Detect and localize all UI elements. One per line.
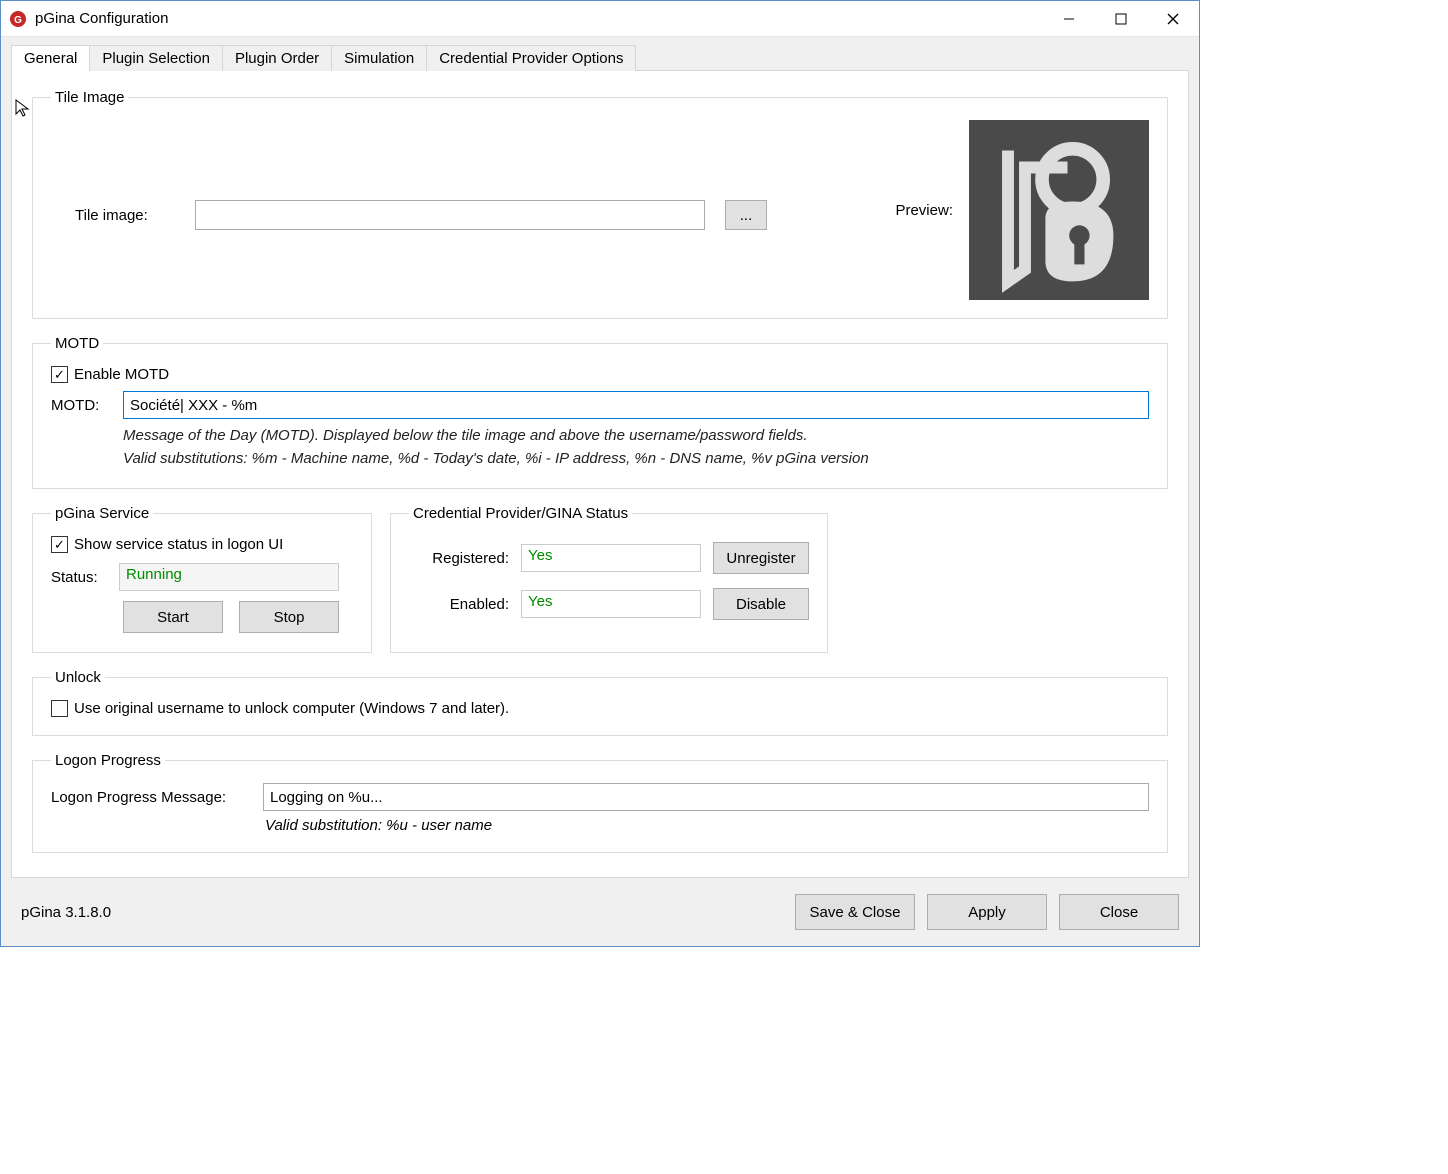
version-label: pGina 3.1.8.0 xyxy=(21,904,783,921)
registered-value: Yes xyxy=(521,544,701,572)
close-window-button[interactable] xyxy=(1147,4,1199,34)
unlock-label: Use original username to unlock computer… xyxy=(74,700,509,717)
tile-image-label: Tile image: xyxy=(75,207,175,224)
motd-group: MOTD ✓ Enable MOTD MOTD: Message of the … xyxy=(32,335,1168,489)
enabled-label: Enabled: xyxy=(409,596,509,613)
motd-input[interactable] xyxy=(123,391,1149,419)
tile-image-group: Tile Image Tile image: ... Preview: xyxy=(32,89,1168,319)
status-value: Running xyxy=(119,563,339,591)
motd-label: MOTD: xyxy=(51,397,109,414)
browse-button[interactable]: ... xyxy=(725,200,767,230)
service-legend: pGina Service xyxy=(51,505,153,522)
svg-text:G: G xyxy=(14,15,22,26)
footer: pGina 3.1.8.0 Save & Close Apply Close xyxy=(1,878,1199,946)
motd-legend: MOTD xyxy=(51,335,103,352)
status-label: Status: xyxy=(51,569,109,586)
unlock-checkbox[interactable] xyxy=(51,700,68,717)
show-status-label: Show service status in logon UI xyxy=(74,536,283,553)
credential-legend: Credential Provider/GINA Status xyxy=(409,505,632,522)
app-window: G pGina Configuration General Plugin Sel… xyxy=(0,0,1200,947)
tile-image-input[interactable] xyxy=(195,200,705,230)
stop-button[interactable]: Stop xyxy=(239,601,339,633)
disable-button[interactable]: Disable xyxy=(713,588,809,620)
registered-label: Registered: xyxy=(409,550,509,567)
tab-simulation[interactable]: Simulation xyxy=(331,45,427,71)
logon-progress-legend: Logon Progress xyxy=(51,752,165,769)
window-title: pGina Configuration xyxy=(35,10,1043,27)
enable-motd-checkbox[interactable]: ✓ xyxy=(51,366,68,383)
enabled-value: Yes xyxy=(521,590,701,618)
preview-label: Preview: xyxy=(895,202,953,219)
credential-status-group: Credential Provider/GINA Status Register… xyxy=(390,505,828,653)
unlock-group: Unlock Use original username to unlock c… xyxy=(32,669,1168,736)
unregister-button[interactable]: Unregister xyxy=(713,542,809,574)
logon-progress-label: Logon Progress Message: xyxy=(51,789,251,806)
minimize-button[interactable] xyxy=(1043,4,1095,34)
enable-motd-label: Enable MOTD xyxy=(74,366,169,383)
tab-credential-provider-options[interactable]: Credential Provider Options xyxy=(426,45,636,71)
tab-plugin-order[interactable]: Plugin Order xyxy=(222,45,332,71)
logon-progress-input[interactable] xyxy=(263,783,1149,811)
motd-hint: Message of the Day (MOTD). Displayed bel… xyxy=(123,425,1149,470)
logon-progress-group: Logon Progress Logon Progress Message: V… xyxy=(32,752,1168,853)
start-button[interactable]: Start xyxy=(123,601,223,633)
save-close-button[interactable]: Save & Close xyxy=(795,894,915,930)
preview-image xyxy=(969,120,1149,300)
unlock-legend: Unlock xyxy=(51,669,105,686)
tile-image-legend: Tile Image xyxy=(51,89,128,106)
logon-progress-hint: Valid substitution: %u - user name xyxy=(265,817,1149,834)
tab-general[interactable]: General xyxy=(11,45,90,71)
apply-button[interactable]: Apply xyxy=(927,894,1047,930)
app-icon: G xyxy=(9,10,27,28)
general-panel: Tile Image Tile image: ... Preview: xyxy=(11,70,1189,878)
tab-plugin-selection[interactable]: Plugin Selection xyxy=(89,45,223,71)
service-group: pGina Service ✓ Show service status in l… xyxy=(32,505,372,653)
titlebar: G pGina Configuration xyxy=(1,1,1199,37)
show-status-checkbox[interactable]: ✓ xyxy=(51,536,68,553)
maximize-button[interactable] xyxy=(1095,4,1147,34)
close-button[interactable]: Close xyxy=(1059,894,1179,930)
tab-bar: General Plugin Selection Plugin Order Si… xyxy=(11,45,1189,71)
